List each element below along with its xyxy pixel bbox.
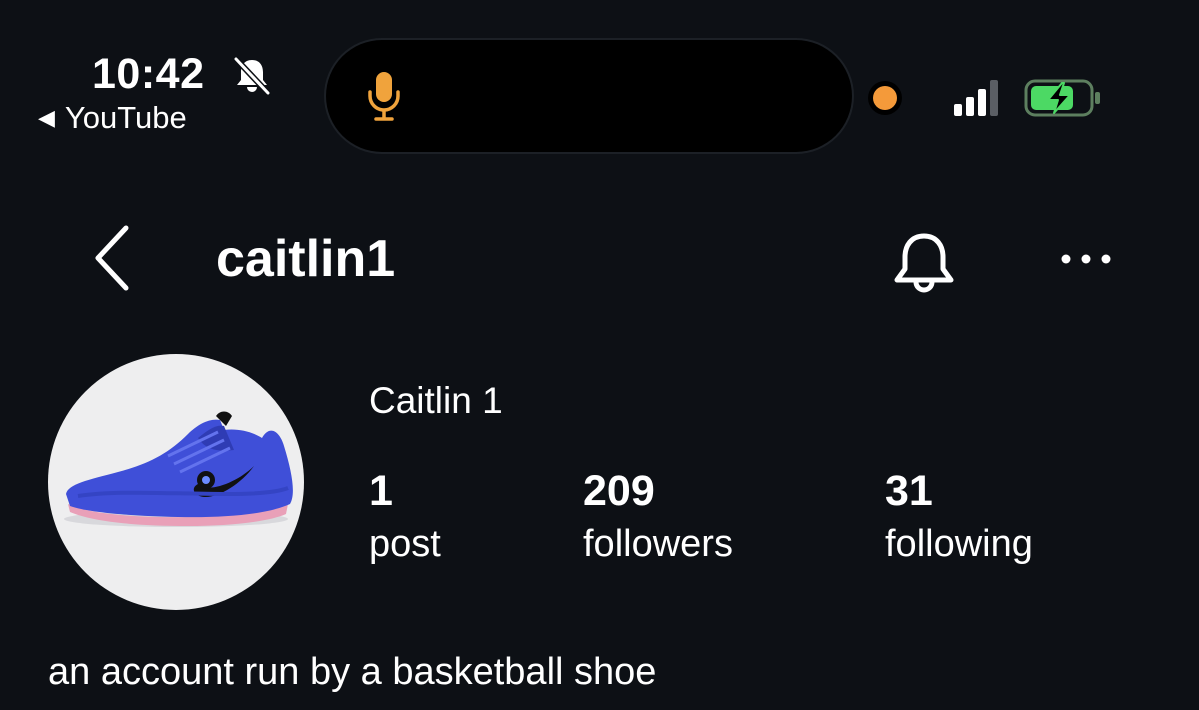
posts-label: post bbox=[369, 523, 441, 565]
microphone-icon bbox=[368, 72, 400, 121]
page-title-username: caitlin1 bbox=[216, 230, 396, 288]
more-options-icon[interactable] bbox=[1056, 246, 1116, 272]
following-count: 31 bbox=[885, 467, 933, 515]
back-triangle-icon: ◀ bbox=[38, 105, 55, 130]
following-stat[interactable]: 31 following bbox=[885, 466, 1033, 570]
posts-stat[interactable]: 1 post bbox=[369, 466, 441, 570]
avatar[interactable] bbox=[48, 354, 304, 610]
followers-label: followers bbox=[583, 523, 733, 565]
posts-count: 1 bbox=[369, 467, 393, 515]
followers-count: 209 bbox=[583, 467, 655, 515]
back-to-app-link[interactable]: ◀ YouTube bbox=[38, 100, 187, 136]
profile-bio: an account run by a basketball shoe bbox=[48, 651, 657, 693]
back-app-label: YouTube bbox=[64, 100, 187, 135]
bell-slash-icon bbox=[233, 56, 271, 96]
following-label: following bbox=[885, 523, 1033, 565]
followers-stat[interactable]: 209 followers bbox=[583, 466, 733, 570]
cellular-signal-icon bbox=[954, 80, 998, 116]
status-time: 10:42 bbox=[92, 50, 205, 98]
dynamic-island[interactable] bbox=[326, 40, 852, 152]
back-chevron-icon[interactable] bbox=[90, 222, 136, 294]
display-name: Caitlin 1 bbox=[369, 380, 503, 421]
basketball-shoe-icon bbox=[64, 411, 293, 527]
battery-charging-icon bbox=[1024, 79, 1100, 117]
notification-bell-icon[interactable] bbox=[890, 230, 958, 300]
recording-dot-icon bbox=[873, 86, 897, 110]
